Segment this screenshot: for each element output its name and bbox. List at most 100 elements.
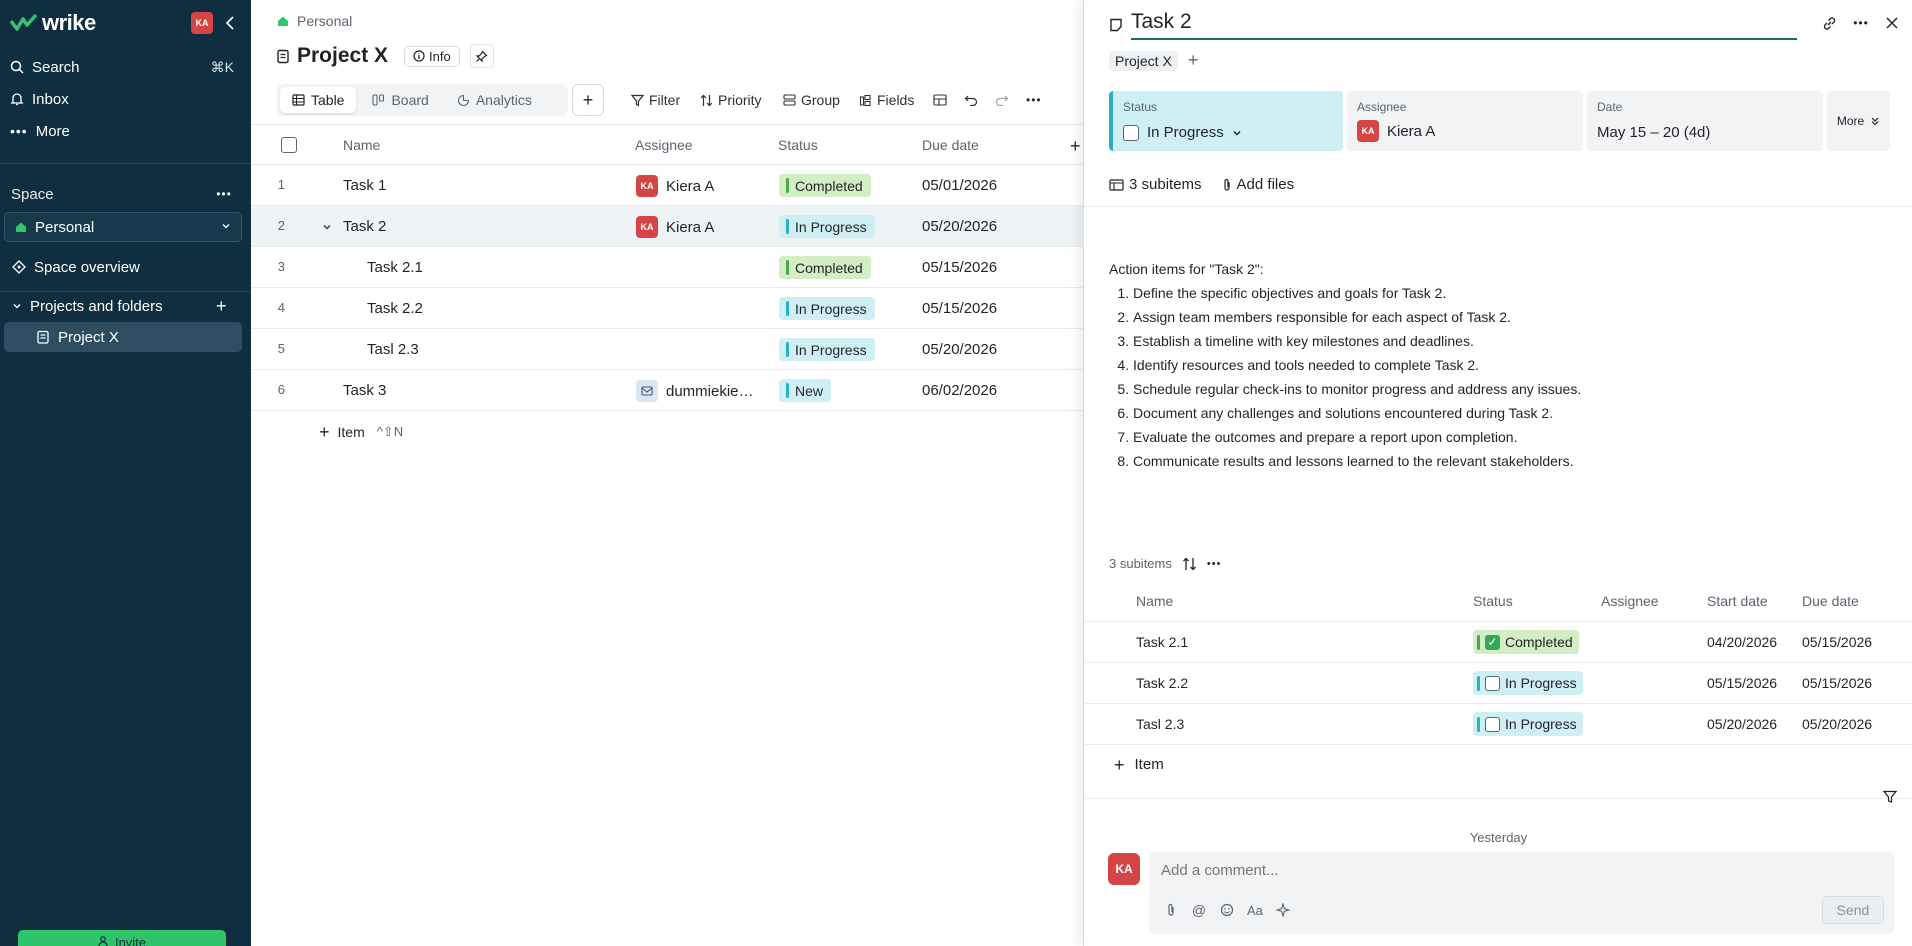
fields-button[interactable]: Fields [859,88,914,112]
add-item-button[interactable]: + Item ^⇧N [319,423,403,441]
status-badge[interactable]: ✓ Completed [1473,630,1579,654]
tab-analytics[interactable]: Analytics [445,87,544,113]
task-title-input[interactable]: Task 2 [1131,10,1797,40]
subitem-name[interactable]: Task 2.2 [1136,675,1188,691]
breadcrumb-space[interactable]: Personal [297,13,352,29]
status-badge[interactable]: In Progress [779,215,875,238]
assignee-field[interactable]: Assignee KA Kiera A [1347,91,1583,151]
pin-button[interactable] [469,44,494,68]
projects-folders-header[interactable]: Projects and folders + [0,291,251,321]
collapse-sidebar-icon[interactable] [222,13,238,33]
sub-column-start-date[interactable]: Start date [1707,593,1768,609]
status-checkbox[interactable] [1123,124,1139,141]
filter-icon[interactable] [1883,790,1897,804]
due-date-cell[interactable]: 05/15/2026 [922,300,997,317]
status-checkbox[interactable] [1485,716,1500,732]
wrike-logo[interactable]: wrike [10,10,96,36]
due-date-cell[interactable]: 05/15/2026 [922,259,997,276]
column-assignee[interactable]: Assignee [635,137,693,153]
subitem-start-date[interactable]: 05/15/2026 [1707,675,1777,691]
subitem-due-date[interactable]: 05/15/2026 [1802,634,1872,650]
redo-button[interactable] [995,88,1009,112]
space-more-icon[interactable]: ••• [214,184,234,204]
status-badge[interactable]: Completed [779,256,871,279]
sub-column-due-date[interactable]: Due date [1802,593,1859,609]
task-name[interactable]: Tasl 2.3 [367,341,419,358]
chevron-down-icon[interactable] [322,222,332,232]
status-badge[interactable]: Completed [779,174,871,197]
assignee-cell[interactable]: dummiekie… [636,380,754,402]
task-name[interactable]: Task 3 [343,382,386,399]
status-checkbox[interactable] [1485,675,1500,691]
add-files-button[interactable]: Add files [1222,176,1294,193]
comment-input[interactable] [1161,862,1761,879]
sub-column-name[interactable]: Name [1136,593,1173,609]
undo-button[interactable] [964,88,978,112]
subitem-due-date[interactable]: 05/15/2026 [1802,675,1872,691]
table-row[interactable]: 1 Task 1 KA Kiera A Completed 05/01/2026 [251,165,1083,206]
task-description[interactable]: Action items for "Task 2": Define the sp… [1109,257,1581,473]
info-button[interactable]: Info [404,45,460,67]
sort-arrows-icon[interactable] [1182,557,1197,571]
status-badge[interactable]: New [779,379,832,402]
due-date-cell[interactable]: 05/20/2026 [922,218,997,235]
task-name[interactable]: Task 2 [343,218,386,235]
table-row[interactable]: 5 Tasl 2.3 In Progress 05/20/2026 [251,329,1083,370]
copy-link-icon[interactable] [1818,12,1840,34]
nav-inbox[interactable]: Inbox [0,84,251,114]
tab-table[interactable]: Table [280,87,357,113]
nav-search[interactable]: Search ⌘K [0,52,251,82]
subitem-start-date[interactable]: 05/20/2026 [1707,716,1777,732]
tab-board[interactable]: Board [360,87,440,113]
table-row[interactable]: 3 Task 2.1 Completed 05/15/2026 [251,247,1083,288]
subitem-start-date[interactable]: 04/20/2026 [1707,634,1777,650]
paperclip-icon[interactable] [1163,902,1179,918]
text-format-icon[interactable]: Aa [1247,902,1263,918]
subitem-row[interactable]: Task 2.2 In Progress 05/15/2026 05/15/20… [1084,663,1912,704]
page-title[interactable]: Project X [297,44,388,68]
more-options-button[interactable]: ••• [1026,88,1042,112]
invite-button[interactable]: Invite [18,930,226,946]
assignee-cell[interactable]: KA Kiera A [636,175,714,197]
group-button[interactable]: Group [783,88,840,112]
subitem-name[interactable]: Task 2.1 [1136,634,1188,650]
ai-sparkle-icon[interactable] [1275,902,1291,918]
subitem-due-date[interactable]: 05/20/2026 [1802,716,1872,732]
subitem-row[interactable]: Tasl 2.3 In Progress 05/20/2026 05/20/20… [1084,704,1912,745]
task-name[interactable]: Task 2.2 [367,300,423,317]
status-badge[interactable]: In Progress [1473,671,1583,695]
add-column-icon[interactable]: + [1070,136,1081,157]
select-all-checkbox[interactable] [281,137,297,153]
mention-icon[interactable]: @ [1191,902,1207,918]
sidebar-item-project-x[interactable]: Project X [4,322,242,352]
due-date-cell[interactable]: 06/02/2026 [922,382,997,399]
column-due-date[interactable]: Due date [922,137,979,153]
project-tag[interactable]: Project X [1109,50,1178,71]
sub-column-assignee[interactable]: Assignee [1601,593,1659,609]
more-dots-icon[interactable]: ••• [1207,558,1222,570]
task-name[interactable]: Task 1 [343,177,386,194]
space-overview[interactable]: Space overview [0,252,251,282]
add-project-icon[interactable]: + [216,296,227,317]
nav-more[interactable]: ••• More [0,116,251,146]
column-status[interactable]: Status [778,137,818,153]
table-row[interactable]: 2 Task 2 KA Kiera A In Progress 05/20/202… [251,206,1083,247]
status-badge[interactable]: In Progress [779,297,875,320]
send-button[interactable]: Send [1822,896,1884,924]
filter-button[interactable]: Filter [631,88,680,112]
emoji-icon[interactable] [1219,902,1235,918]
add-tag-icon[interactable]: + [1188,50,1199,71]
subitem-row[interactable]: Task 2.1 ✓ Completed 04/20/2026 05/15/202… [1084,622,1912,663]
check-icon[interactable]: ✓ [1485,634,1500,650]
status-badge[interactable]: In Progress [779,338,875,361]
subitem-name[interactable]: Tasl 2.3 [1136,716,1184,732]
more-fields-button[interactable]: More [1827,91,1890,151]
layout-button[interactable] [933,88,947,112]
due-date-cell[interactable]: 05/01/2026 [922,177,997,194]
table-row[interactable]: 6 Task 3 dummiekie… New 06/02/2026 [251,370,1083,411]
breadcrumb[interactable]: Personal [277,13,352,29]
space-selector[interactable]: Personal [4,212,242,242]
date-field[interactable]: Date May 15 – 20 (4d) [1587,91,1823,151]
due-date-cell[interactable]: 05/20/2026 [922,341,997,358]
close-icon[interactable] [1881,12,1903,34]
